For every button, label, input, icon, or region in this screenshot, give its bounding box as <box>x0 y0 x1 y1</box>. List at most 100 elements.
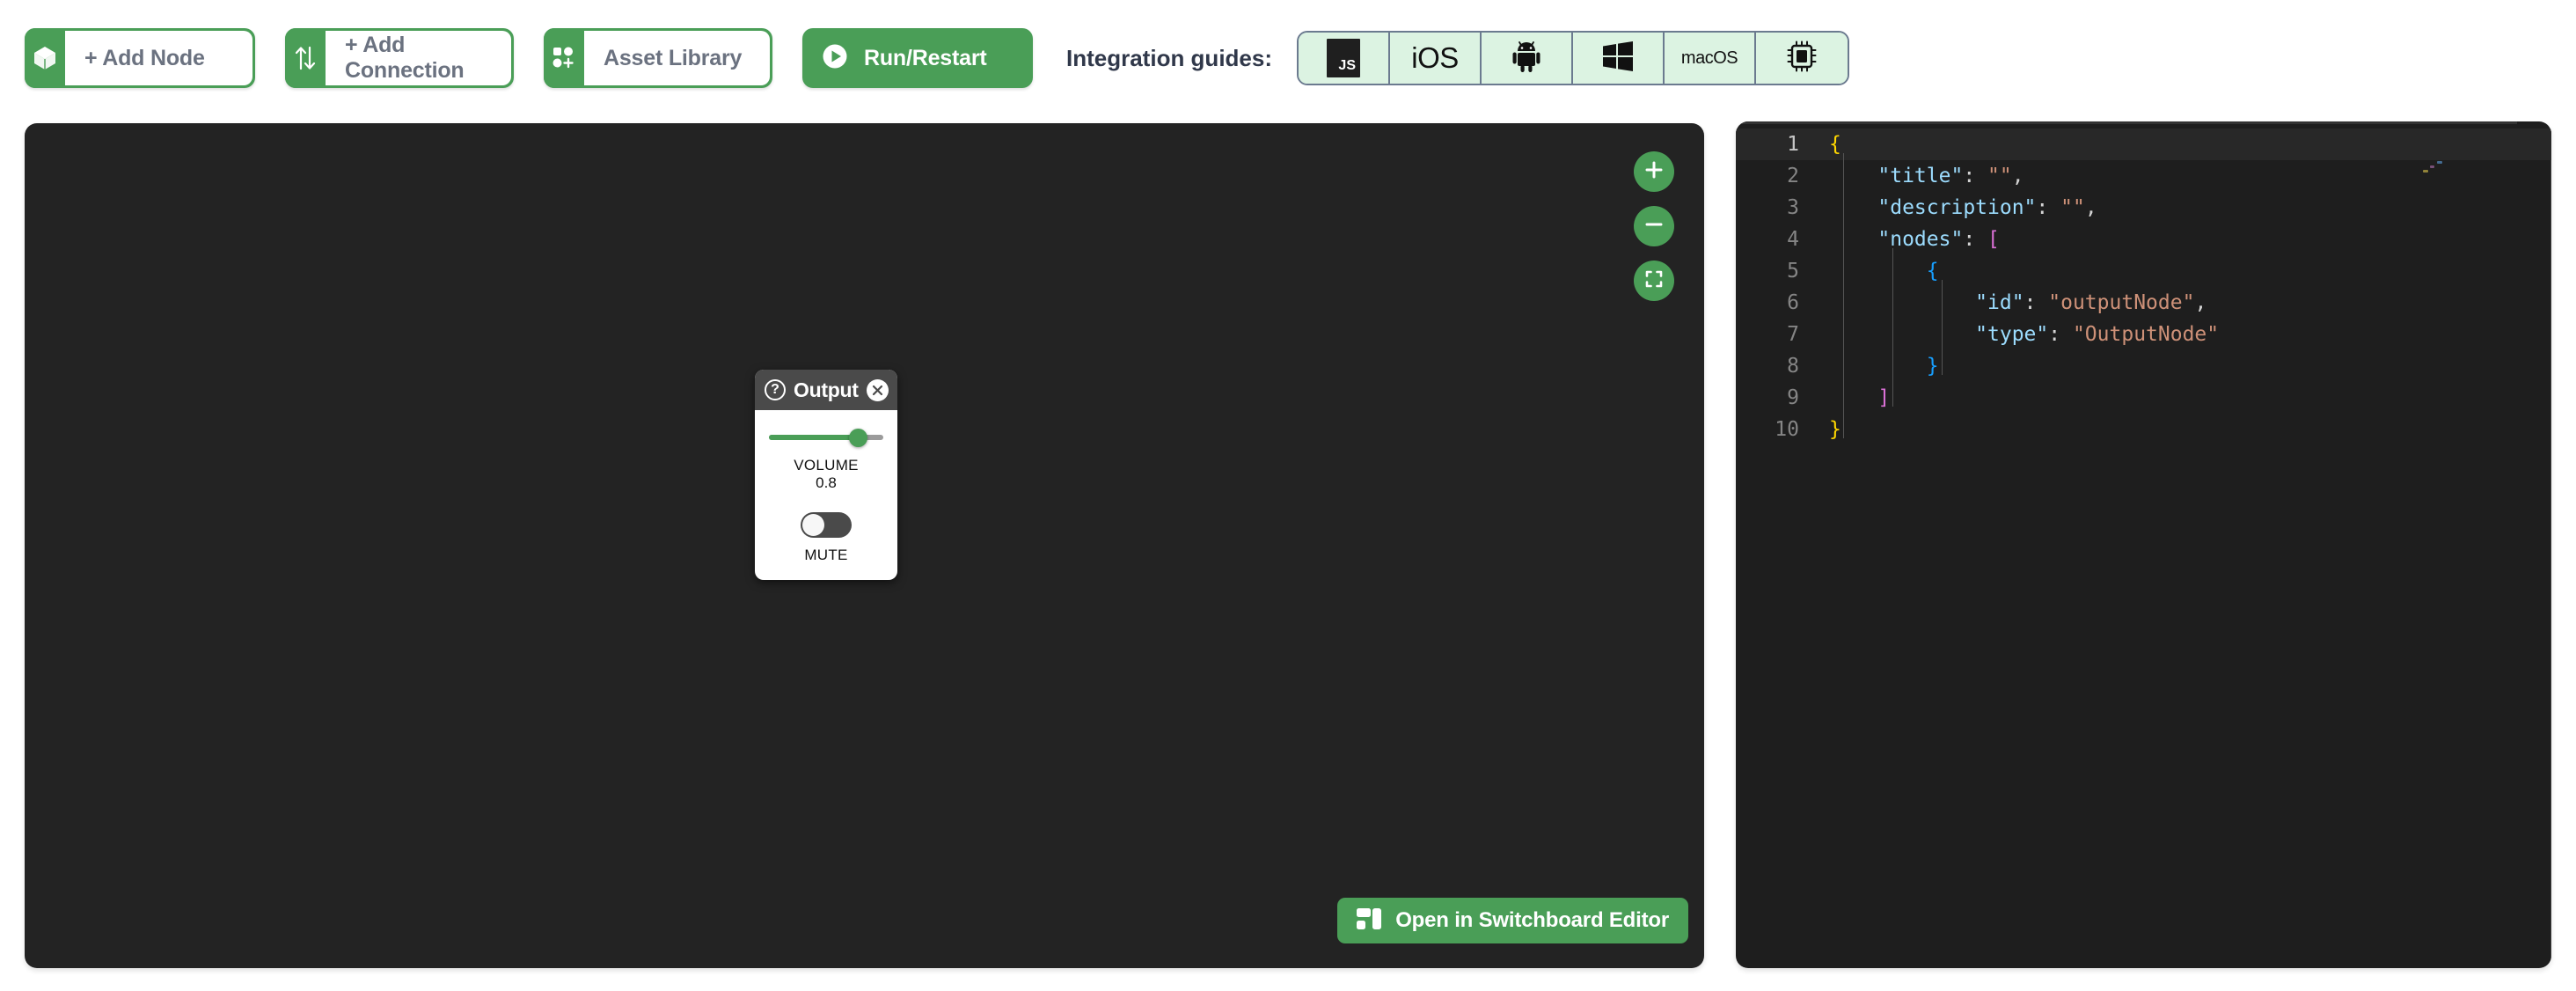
guide-windows-button[interactable] <box>1573 33 1665 84</box>
code-line[interactable]: 7 "type": "OutputNode" <box>1736 319 2551 350</box>
line-number: 5 <box>1787 260 1799 283</box>
guide-ios-button[interactable]: iOS <box>1390 33 1482 84</box>
json-code-editor[interactable]: 1{2 "title": "", 3 "description": "", 4 "n… <box>1736 121 2551 968</box>
code-text: "id": "outputNode", <box>1815 287 2206 319</box>
code-token: } <box>1829 355 1939 378</box>
line-number: 3 <box>1787 196 1799 219</box>
code-text: "description": "", <box>1815 192 2097 224</box>
guide-macos-button[interactable]: macOS <box>1665 33 1756 84</box>
zoom-in-button[interactable] <box>1634 151 1674 192</box>
code-token: "" <box>1987 165 2012 187</box>
add-node-button[interactable]: + Add Node <box>25 28 255 88</box>
code-token: "nodes" <box>1829 228 1964 251</box>
code-line[interactable]: 8 } <box>1736 350 2551 382</box>
macos-icon: macOS <box>1680 48 1738 68</box>
code-token: : <box>1963 165 1988 187</box>
add-connection-label: + Add Connection <box>326 31 511 85</box>
cube-icon <box>25 28 65 88</box>
javascript-icon: JS <box>1327 39 1360 77</box>
output-node[interactable]: ? Output VOLUME 0.8 MUTE <box>755 370 897 581</box>
code-line[interactable]: 6 "id": "outputNode", <box>1736 287 2551 319</box>
code-text: "nodes": [ <box>1815 224 2000 255</box>
output-node-title: Output <box>794 378 859 401</box>
code-token: , <box>2084 196 2097 219</box>
layout-panels-icon <box>1357 907 1382 935</box>
code-token: : <box>1963 228 1988 251</box>
zoom-out-button[interactable] <box>1634 206 1674 246</box>
code-token: , <box>2194 291 2207 314</box>
mute-toggle[interactable] <box>801 512 852 539</box>
output-node-body: VOLUME 0.8 MUTE <box>755 410 897 580</box>
code-token: [ <box>1987 228 2000 251</box>
code-text: "type": "OutputNode" <box>1815 319 2219 350</box>
minus-icon <box>1643 214 1665 239</box>
code-token: "title" <box>1829 165 1964 187</box>
mute-label: MUTE <box>804 547 848 564</box>
line-number: 9 <box>1787 386 1799 409</box>
line-number: 8 <box>1787 355 1799 378</box>
code-line[interactable]: 1{ <box>1736 128 2551 160</box>
play-icon <box>822 43 848 74</box>
windows-icon <box>1602 40 1634 77</box>
line-number: 4 <box>1787 228 1799 251</box>
asset-library-button[interactable]: Asset Library <box>544 28 772 88</box>
guide-javascript-button[interactable]: JS <box>1299 33 1390 84</box>
guide-android-button[interactable] <box>1482 33 1573 84</box>
code-token: : <box>2048 323 2073 346</box>
ios-icon: iOS <box>1411 41 1459 74</box>
integration-guides-group: JS iOS macOS <box>1297 31 1849 85</box>
open-switchboard-editor-label: Open in Switchboard Editor <box>1395 908 1669 932</box>
fit-view-button[interactable] <box>1634 261 1674 301</box>
cpu-chip-icon <box>1787 40 1817 77</box>
guide-embedded-button[interactable] <box>1756 33 1848 84</box>
output-node-header[interactable]: ? Output <box>755 370 897 410</box>
top-toolbar: + Add Node + Add Connection Asset Librar… <box>0 0 2576 116</box>
line-number: 1 <box>1787 133 1799 156</box>
run-restart-label: Run/Restart <box>864 45 987 70</box>
javascript-icon-label: JS <box>1338 58 1356 73</box>
code-line[interactable]: 3 "description": "", <box>1736 192 2551 224</box>
arrows-updown-icon <box>285 28 326 88</box>
code-line[interactable]: 10} <box>1736 414 2551 445</box>
close-x-icon[interactable] <box>866 378 889 401</box>
code-token: ] <box>1829 386 1891 409</box>
code-text: } <box>1815 414 1841 445</box>
add-node-label: + Add Node <box>65 31 252 85</box>
code-text: ] <box>1815 382 1890 414</box>
code-token: , <box>2011 165 2024 187</box>
plus-icon <box>1643 159 1665 185</box>
code-token: : <box>2023 291 2049 314</box>
volume-slider-knob[interactable] <box>849 428 868 447</box>
mute-toggle-knob <box>802 514 824 537</box>
code-line[interactable]: 9 ] <box>1736 382 2551 414</box>
code-token: "OutputNode" <box>2072 323 2220 346</box>
grid-plus-icon <box>544 28 584 88</box>
code-token: "id" <box>1829 291 2024 314</box>
open-switchboard-editor-button[interactable]: Open in Switchboard Editor <box>1337 898 1688 943</box>
code-line[interactable]: 2 "title": "", <box>1736 160 2551 192</box>
code-line[interactable]: 4 "nodes": [ <box>1736 224 2551 255</box>
code-text: } <box>1815 350 1939 382</box>
code-token: "type" <box>1829 323 2049 346</box>
line-number: 2 <box>1787 165 1799 187</box>
code-text: "title": "", <box>1815 160 2024 192</box>
run-restart-button[interactable]: Run/Restart <box>802 28 1033 88</box>
line-number: 7 <box>1787 323 1799 346</box>
code-token: "outputNode" <box>2048 291 2195 314</box>
code-text: { <box>1815 128 1841 160</box>
question-mark-icon[interactable]: ? <box>765 379 786 400</box>
add-connection-button[interactable]: + Add Connection <box>285 28 514 88</box>
code-line[interactable]: 5 { <box>1736 255 2551 287</box>
code-token: { <box>1829 260 1939 283</box>
code-token: : <box>2036 196 2061 219</box>
integration-guides-label: Integration guides: <box>1066 44 1272 71</box>
volume-slider[interactable] <box>769 428 883 447</box>
code-lines-container: 1{2 "title": "", 3 "description": "", 4 "n… <box>1736 121 2551 445</box>
zoom-controls <box>1634 151 1674 301</box>
code-token: "description" <box>1829 196 2037 219</box>
volume-slider-fill <box>769 435 859 440</box>
code-token: } <box>1829 418 1841 441</box>
fit-frame-icon <box>1643 268 1665 294</box>
asset-library-label: Asset Library <box>584 31 770 85</box>
node-graph-canvas[interactable]: ? Output VOLUME 0.8 MUTE Open in Switchb… <box>25 123 1704 968</box>
